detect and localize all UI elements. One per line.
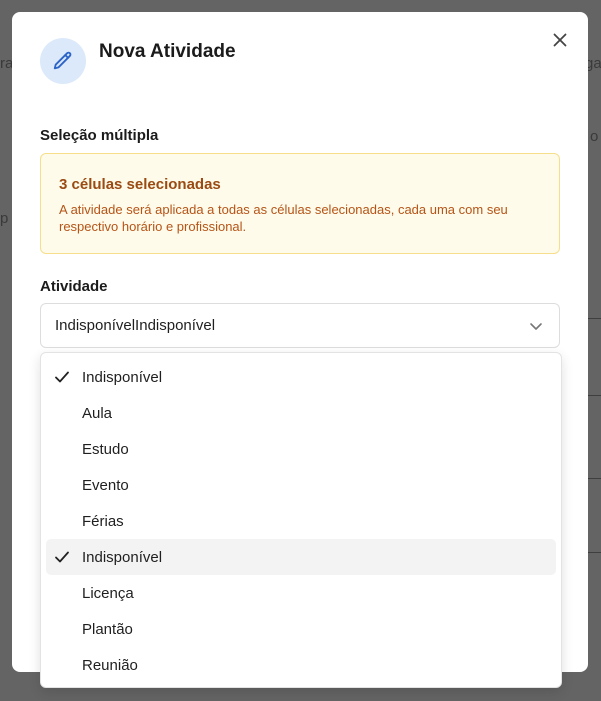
option-estudo[interactable]: Estudo: [46, 431, 556, 467]
activity-label: Atividade: [40, 278, 108, 295]
check-icon: [55, 551, 69, 563]
option-indisponivel[interactable]: Indisponível: [46, 359, 556, 395]
background-text-fragment: p: [0, 210, 9, 227]
activity-select-value: IndisponívelIndisponível: [55, 317, 216, 334]
option-indisponivel-highlighted[interactable]: Indisponível: [46, 539, 556, 575]
close-icon: [553, 33, 567, 47]
option-label: Evento: [82, 476, 129, 494]
dialog-title: Nova Atividade: [99, 41, 236, 62]
option-reuniao[interactable]: Reunião: [46, 647, 556, 683]
option-plantao[interactable]: Plantão: [46, 611, 556, 647]
notice-text: A atividade será aplicada a todas as cél…: [59, 202, 508, 234]
option-label: Indisponível: [82, 548, 163, 566]
close-button[interactable]: [550, 30, 570, 50]
option-label: Indisponível: [82, 368, 163, 386]
pencil-icon: [40, 38, 86, 84]
option-label: Plantão: [82, 620, 133, 638]
option-aula[interactable]: Aula: [46, 395, 556, 431]
option-ferias[interactable]: Férias: [46, 503, 556, 539]
option-label: Aula: [82, 404, 113, 422]
check-icon: [55, 371, 69, 383]
chevron-down-icon: [530, 323, 542, 330]
background-text-fragment: o: [590, 128, 599, 145]
option-label: Reunião: [82, 656, 138, 674]
notice-title: 3 células selecionadas: [59, 176, 221, 193]
option-label: Licença: [82, 584, 134, 602]
option-licenca[interactable]: Licença: [46, 575, 556, 611]
activity-dropdown-list: Indisponível Aula Estudo Evento Férias I…: [40, 352, 562, 688]
option-label: Estudo: [82, 440, 129, 458]
dialog-header: Nova Atividade: [40, 38, 236, 84]
option-label: Férias: [82, 512, 124, 530]
multi-selection-notice: 3 células selecionadas A atividade será …: [40, 153, 560, 254]
multi-selection-label: Seleção múltipla: [40, 127, 159, 144]
activity-select[interactable]: IndisponívelIndisponível: [40, 303, 560, 348]
option-evento[interactable]: Evento: [46, 467, 556, 503]
